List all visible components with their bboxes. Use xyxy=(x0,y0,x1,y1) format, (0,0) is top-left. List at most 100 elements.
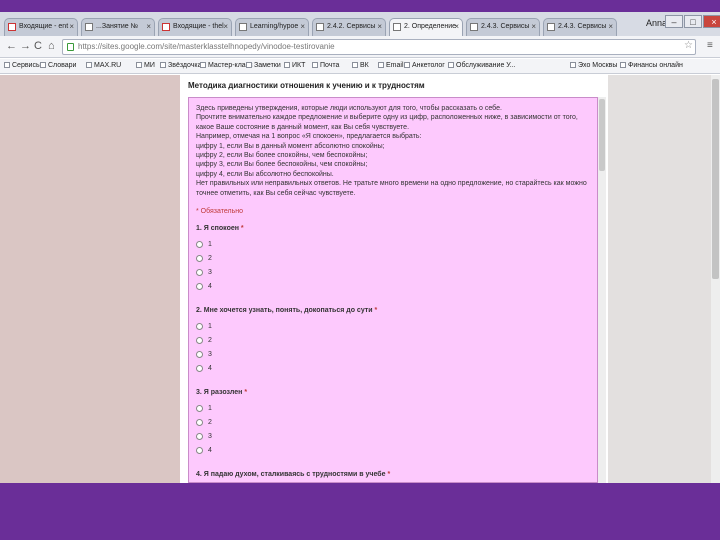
radio-button[interactable] xyxy=(196,254,203,262)
window-close-icon[interactable]: × xyxy=(703,15,720,28)
bookmark-icon xyxy=(448,62,454,68)
radio-option[interactable]: 2 xyxy=(196,333,377,347)
bookmark-item[interactable]: Звёздочка xyxy=(160,62,201,69)
browser-toolbar: ← → C ⌂ https://sites.google.com/site/ma… xyxy=(0,36,720,58)
bookmark-icon xyxy=(620,62,626,68)
menu-icon[interactable]: ≡ xyxy=(707,40,713,51)
tab-strip: Входящие - ent × ...Занятие № × Входящие - t… xyxy=(0,12,720,36)
bookmark-item[interactable]: Обслуживание У... xyxy=(448,62,516,69)
radio-button[interactable] xyxy=(196,350,203,358)
radio-option[interactable]: 4 xyxy=(196,361,377,375)
browser-tab-label: 2. Определение xyxy=(404,23,457,30)
form-scrollbar-thumb[interactable] xyxy=(599,99,605,171)
page-icon xyxy=(547,23,555,31)
browser-tab[interactable]: Learning/hypoe × xyxy=(235,18,309,36)
address-bar[interactable]: https://sites.google.com/site/masterklas… xyxy=(62,39,696,55)
browser-tab-label: Входящие - ent xyxy=(19,23,69,30)
radio-button[interactable] xyxy=(196,336,203,344)
radio-option[interactable]: 2 xyxy=(196,415,247,429)
question-title: 3. Я разозлен * xyxy=(196,389,247,401)
radio-button[interactable] xyxy=(196,404,203,412)
browser-window: Входящие - ent × ...Занятие № × Входящие - t… xyxy=(0,12,720,483)
instruction-line: Прочтите внимательно каждое предложение … xyxy=(196,114,578,122)
question-title: 4. Я падаю духом, сталкиваясь с трудност… xyxy=(196,471,390,482)
radio-option[interactable]: 3 xyxy=(196,429,247,443)
bookmark-item[interactable]: Словари xyxy=(40,62,76,69)
close-tab-icon[interactable]: × xyxy=(608,19,613,35)
bookmark-icon xyxy=(40,62,46,68)
radio-option[interactable]: 1 xyxy=(196,319,377,333)
radio-option[interactable]: 1 xyxy=(196,401,247,415)
radio-option[interactable]: 4 xyxy=(196,443,247,457)
radio-option[interactable]: 1 xyxy=(196,237,244,251)
radio-button[interactable] xyxy=(196,268,203,276)
required-asterisk: * xyxy=(372,307,378,314)
bookmark-item[interactable]: Эхо Москвы xyxy=(570,62,617,69)
radio-option-label: 2 xyxy=(208,418,212,426)
back-arrow-icon[interactable]: ← xyxy=(6,40,17,52)
radio-option[interactable]: 2 xyxy=(196,251,244,265)
home-icon[interactable]: ⌂ xyxy=(48,40,55,52)
bookmark-icon xyxy=(136,62,142,68)
bookmark-item[interactable]: ВК xyxy=(352,62,369,69)
bookmark-item[interactable]: Email xyxy=(378,62,404,69)
bookmark-item[interactable]: Заметки xyxy=(246,62,281,69)
minimize-icon[interactable]: – xyxy=(665,15,683,28)
radio-option-label: 3 xyxy=(208,432,212,440)
page-scrollbar[interactable] xyxy=(711,75,720,483)
question-title-text: 2. Мне хочется узнать, понять, докопатьс… xyxy=(196,307,373,314)
bookmark-item[interactable]: МИ xyxy=(136,62,155,69)
radio-button[interactable] xyxy=(196,240,203,248)
close-tab-icon[interactable]: × xyxy=(146,19,151,35)
forward-arrow-icon[interactable]: → xyxy=(20,40,31,52)
browser-tab[interactable]: 2.4.3. Сервисы × xyxy=(466,18,540,36)
browser-tab[interactable]: ...Занятие № × xyxy=(81,18,155,36)
radio-option-label: 4 xyxy=(208,446,212,454)
bookmark-item[interactable]: Анкетолог xyxy=(404,62,445,69)
required-asterisk: * xyxy=(242,389,248,396)
bookmark-item[interactable]: ИКТ xyxy=(284,62,305,69)
radio-button[interactable] xyxy=(196,446,203,454)
bookmarks-bar: Сервисы Словари МАХ.RU МИ Звёздочка Мастер-кл… xyxy=(0,59,720,74)
close-tab-icon[interactable]: × xyxy=(300,19,305,35)
browser-tab[interactable]: 2.4.2. Сервисы × xyxy=(312,18,386,36)
bookmark-label: ИКТ xyxy=(292,62,306,69)
maximize-icon[interactable]: □ xyxy=(684,15,702,28)
bookmark-label: Email xyxy=(386,62,404,69)
browser-tab[interactable]: 2.4.3. Сервисы × xyxy=(543,18,617,36)
radio-button[interactable] xyxy=(196,432,203,440)
browser-tab-label: ...Занятие № xyxy=(96,23,139,30)
browser-tab[interactable]: 2. Определение × xyxy=(389,18,463,36)
radio-option[interactable]: 4 xyxy=(196,279,244,293)
radio-option-label: 1 xyxy=(208,404,212,412)
radio-button[interactable] xyxy=(196,282,203,290)
page-scrollbar-thumb[interactable] xyxy=(712,79,719,279)
bookmark-item[interactable]: Почта xyxy=(312,62,339,69)
close-tab-icon[interactable]: × xyxy=(454,19,459,35)
radio-option[interactable]: 3 xyxy=(196,347,377,361)
bookmark-star-icon[interactable]: ☆ xyxy=(684,40,693,51)
close-tab-icon[interactable]: × xyxy=(377,19,382,35)
form-scrollbar[interactable] xyxy=(598,97,606,483)
reload-icon[interactable]: C xyxy=(34,40,42,52)
right-margin xyxy=(608,75,711,483)
bookmark-label: Сервисы xyxy=(12,62,42,69)
page-icon xyxy=(393,23,401,31)
browser-tab-label: 2.4.2. Сервисы xyxy=(327,23,376,30)
browser-tab[interactable]: Входящие - ent × xyxy=(4,18,78,36)
bookmark-item[interactable]: МАХ.RU xyxy=(86,62,121,69)
browser-tab[interactable]: Входящие - thel × xyxy=(158,18,232,36)
radio-button[interactable] xyxy=(196,418,203,426)
bookmark-item[interactable]: Финансы онлайн xyxy=(620,62,683,69)
close-tab-icon[interactable]: × xyxy=(69,19,74,35)
question-title: 1. Я спокоен * xyxy=(196,225,244,237)
bookmark-item[interactable]: Сервисы xyxy=(4,62,41,69)
radio-button[interactable] xyxy=(196,364,203,372)
close-tab-icon[interactable]: × xyxy=(223,19,228,35)
radio-option[interactable]: 3 xyxy=(196,265,244,279)
bookmark-item[interactable]: Мастер-класс xyxy=(200,62,253,69)
gmail-icon xyxy=(162,23,170,31)
browser-tab-label: Learning/hypoe xyxy=(250,23,299,30)
close-tab-icon[interactable]: × xyxy=(531,19,536,35)
radio-button[interactable] xyxy=(196,322,203,330)
